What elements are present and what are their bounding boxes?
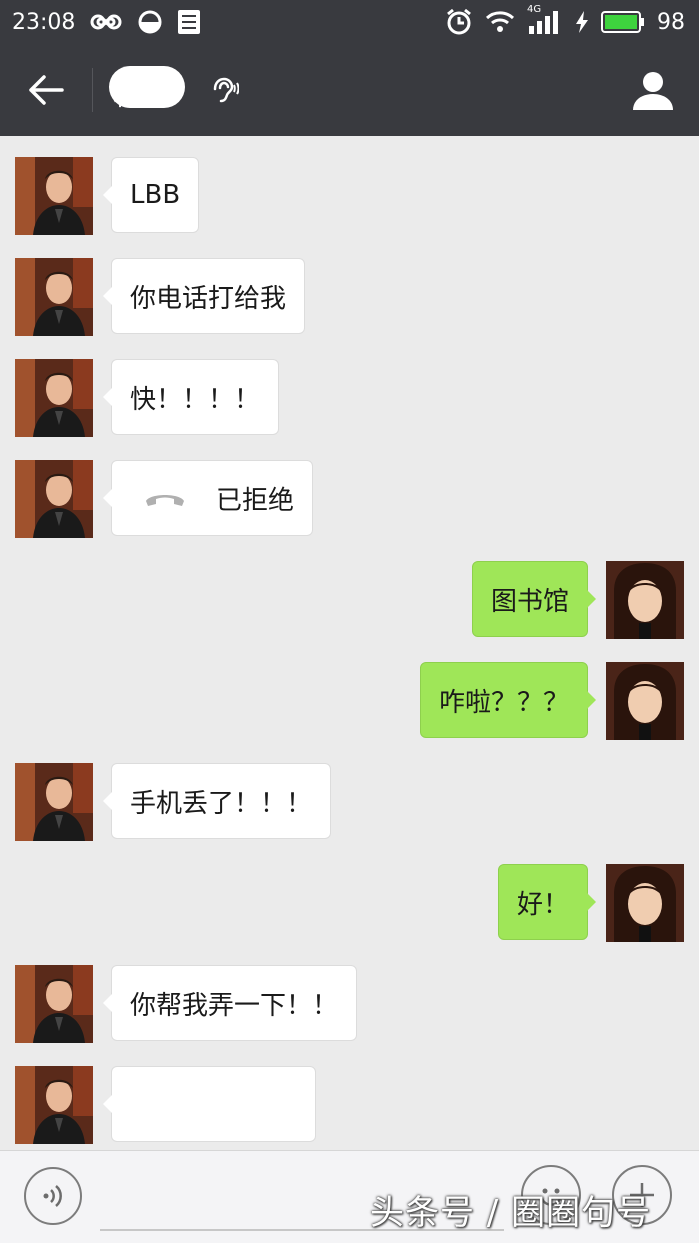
incoming-message[interactable] bbox=[103, 1066, 316, 1142]
watermark: 头条号 / 圈圈句号 bbox=[370, 1193, 652, 1233]
voice-input-button[interactable] bbox=[24, 1167, 82, 1225]
contact-avatar[interactable] bbox=[15, 1066, 93, 1144]
message-row: 快！！！！ bbox=[0, 338, 699, 437]
network-type: 4G bbox=[527, 4, 542, 15]
message-row: 手机丢了！！！ bbox=[0, 742, 699, 841]
call-status-text: 已拒绝 bbox=[216, 485, 295, 516]
chat-info-button[interactable] bbox=[607, 44, 699, 136]
charging-icon bbox=[575, 11, 589, 33]
alarm-icon bbox=[445, 8, 473, 36]
message-list[interactable]: LBB 你电话打给我 快！！！！ 已拒绝 图书馆 咋啦？？？ 手机丢了！！！ 好… bbox=[0, 136, 699, 1150]
contact-avatar[interactable] bbox=[15, 460, 93, 538]
incoming-message[interactable]: 你电话打给我 bbox=[102, 258, 306, 334]
message-text: 你帮我弄一下！！ bbox=[130, 990, 339, 1021]
message-row: 你电话打给我 bbox=[0, 237, 699, 336]
incoming-message[interactable]: 快！！！！ bbox=[102, 359, 280, 435]
contact-avatar[interactable] bbox=[15, 258, 93, 336]
message-text: 咋啦？？？ bbox=[438, 687, 569, 718]
contact-avatar[interactable] bbox=[15, 965, 93, 1043]
call-record-message[interactable]: 已拒绝 bbox=[102, 460, 314, 536]
infinity-icon bbox=[89, 12, 123, 32]
message-row: 已拒绝 bbox=[0, 439, 699, 538]
name-redaction bbox=[109, 66, 185, 108]
chat-title: 林 bbox=[109, 60, 189, 120]
message-text: 手机丢了！！！ bbox=[130, 788, 313, 819]
my-avatar[interactable] bbox=[606, 662, 684, 740]
notes-icon bbox=[177, 9, 201, 35]
outgoing-message[interactable]: 咋啦？？？ bbox=[419, 662, 597, 738]
back-button[interactable] bbox=[0, 44, 92, 136]
message-row bbox=[0, 1045, 699, 1144]
incoming-message[interactable]: LBB bbox=[102, 157, 200, 233]
chat-header: 林 bbox=[0, 44, 699, 136]
status-bar: 23:08 4G 98 bbox=[0, 0, 699, 44]
message-row: 你帮我弄一下！！ bbox=[0, 944, 699, 1043]
message-text: 图书馆 bbox=[490, 586, 569, 617]
my-avatar[interactable] bbox=[606, 561, 684, 639]
incoming-message[interactable]: 手机丢了！！！ bbox=[102, 763, 332, 839]
circle-half-icon bbox=[137, 9, 163, 35]
message-text: LBB bbox=[130, 180, 181, 210]
message-text: 好！ bbox=[516, 889, 569, 920]
ear-icon bbox=[209, 75, 239, 105]
wifi-icon bbox=[485, 10, 515, 34]
message-row: 好！ bbox=[0, 843, 699, 942]
outgoing-message[interactable]: 图书馆 bbox=[471, 561, 597, 637]
status-time: 23:08 bbox=[12, 9, 76, 35]
profile-icon bbox=[632, 70, 674, 110]
voice-icon bbox=[42, 1183, 64, 1209]
battery-icon bbox=[601, 10, 645, 34]
outgoing-message[interactable]: 好！ bbox=[497, 864, 597, 940]
message-row: 咋啦？？？ bbox=[0, 641, 699, 740]
phone-hangup-icon bbox=[144, 489, 186, 507]
message-text: 你电话打给我 bbox=[130, 283, 287, 314]
contact-avatar[interactable] bbox=[15, 763, 93, 841]
battery-level: 98 bbox=[657, 9, 685, 35]
header-divider bbox=[92, 68, 93, 112]
signal-icon: 4G bbox=[527, 4, 563, 34]
message-row: 图书馆 bbox=[0, 540, 699, 639]
incoming-message[interactable]: 你帮我弄一下！！ bbox=[102, 965, 358, 1041]
my-avatar[interactable] bbox=[606, 864, 684, 942]
message-text: 快！！！！ bbox=[130, 384, 261, 415]
message-row: LBB bbox=[0, 136, 699, 235]
contact-avatar[interactable] bbox=[15, 157, 93, 235]
back-arrow-icon bbox=[28, 74, 64, 106]
contact-avatar[interactable] bbox=[15, 359, 93, 437]
